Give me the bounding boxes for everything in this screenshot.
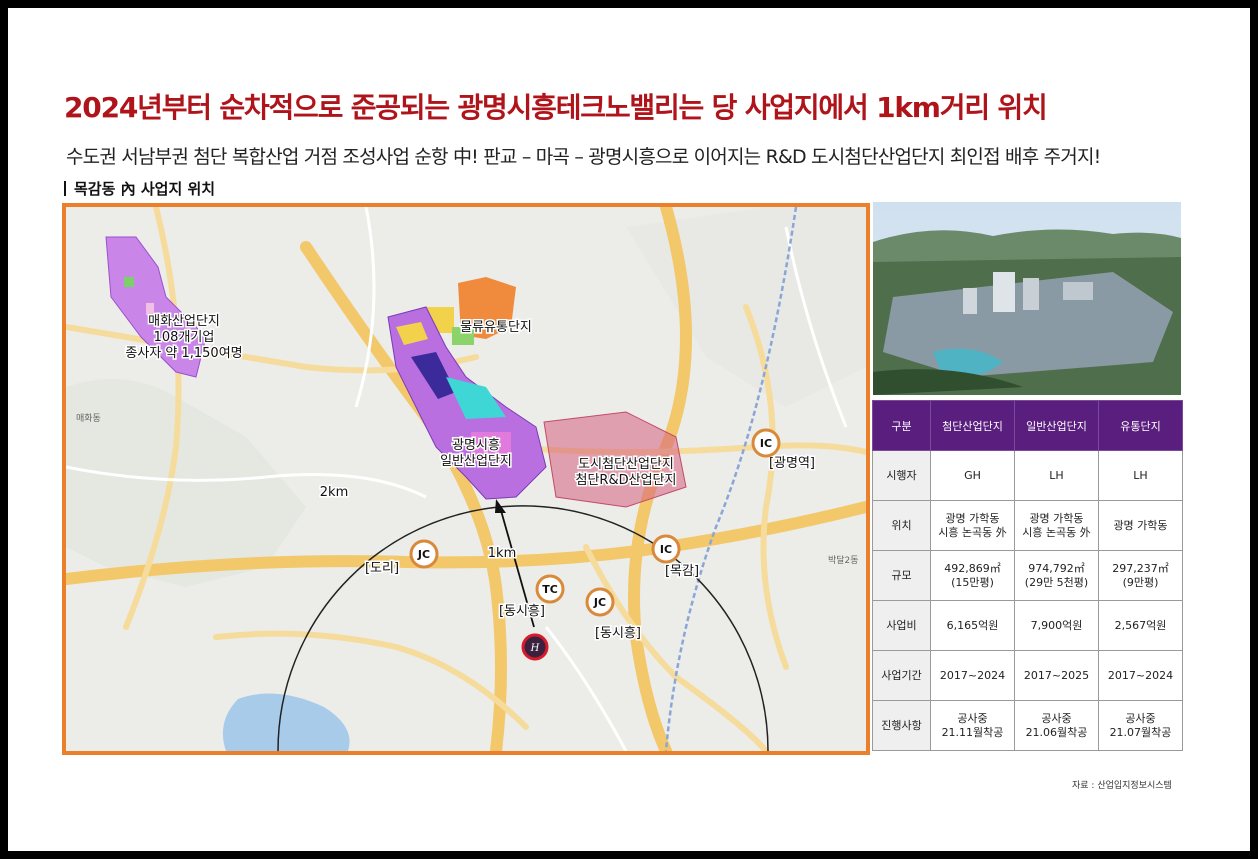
table-cell: 492,869㎡ (15만평)	[930, 550, 1015, 601]
marker-jc-dongsiheung: JC	[585, 587, 615, 617]
section-label-text: 목감동 內 사업지 위치	[74, 180, 216, 198]
table-header-cell: 첨단산업단지	[930, 400, 1015, 451]
table-cell: 974,792㎡ (29만 5천평)	[1014, 550, 1099, 601]
label-urban-2: 첨단R&D산업단지	[576, 473, 677, 488]
aerial-rendering	[873, 202, 1181, 395]
label-radius-2km: 2km	[320, 485, 348, 500]
photo-tower	[993, 272, 1015, 312]
table-cell: LH	[1098, 450, 1183, 501]
label-general-1: 광명시흥	[452, 438, 500, 453]
marker-tc-dongsiheung: TC	[535, 574, 565, 604]
table-header-cell: 구분	[872, 400, 931, 451]
table-row: 진행사항 공사중 21.11월착공 공사중 21.06월착공 공사중 21.07월착공	[872, 700, 1183, 751]
table-cell: 광명 가학동 시흥 논곡동 外	[1014, 500, 1099, 551]
table-body: 시행자 GH LH LH 위치 광명 가학동 시흥 논곡동 外 광명 가학동 시흥 논곡동 …	[872, 450, 1183, 751]
label-radius-1km: 1km	[488, 546, 516, 561]
table-row: 위치 광명 가학동 시흥 논곡동 外 광명 가학동 시흥 논곡동 外 광명 가학동	[872, 500, 1183, 551]
table-header-cell: 일반산업단지	[1014, 400, 1099, 451]
source-note: 자료 : 산업입지정보시스템	[1072, 781, 1172, 791]
table-cell: 2017~2024	[1098, 650, 1183, 701]
table-cell: GH	[930, 450, 1015, 501]
table-cell: 광명 가학동	[1098, 500, 1183, 551]
table-row-label: 진행사항	[872, 700, 931, 751]
site-marker: H	[521, 633, 549, 661]
label-maehwa-dong: 매화동	[76, 413, 101, 424]
table-cell: 광명 가학동 시흥 논곡동 外	[930, 500, 1015, 551]
section-label: 목감동 內 사업지 위치	[64, 178, 215, 199]
location-map: 매화산업단지 108개기업 종사자 약 1,150여명 물류유통단지 광명시흥 …	[62, 203, 870, 755]
table-cell: 공사중 21.06월착공	[1014, 700, 1099, 751]
table-header-cell: 유통단지	[1098, 400, 1183, 451]
headline: 2024년부터 순차적으로 준공되는 광명시흥테크노밸리는 당 사업지에서 1k…	[64, 91, 1048, 124]
subtitle: 수도권 서남부권 첨단 복합산업 거점 조성사업 순항 中! 판교 – 마곡 –…	[66, 146, 1101, 168]
table-cell: LH	[1014, 450, 1099, 501]
table-cell: 2017~2024	[930, 650, 1015, 701]
label-gwangmyeong-station: [광명역]	[769, 456, 815, 471]
table-row: 사업기간 2017~2024 2017~2025 2017~2024	[872, 650, 1183, 701]
table-cell: 6,165억원	[930, 600, 1015, 651]
marker-text: JC	[417, 548, 430, 561]
label-dongsiheung-tc: [동시흥]	[499, 604, 545, 619]
photo-tower	[1023, 278, 1039, 310]
label-mokgam: [목감]	[665, 564, 699, 579]
aerial-rendering-photo	[873, 202, 1181, 395]
project-info-table-wrap: 구분 첨단산업단지 일반산업단지 유통단지 시행자 GH LH LH 위치 광명 가학동 …	[872, 400, 1183, 751]
marker-text: IC	[660, 543, 672, 556]
label-logistics: 물류유통단지	[460, 320, 532, 335]
marker-text: JC	[593, 596, 606, 609]
table-row-label: 규모	[872, 550, 931, 601]
maehwa-zone-park	[124, 277, 134, 287]
section-bar	[64, 181, 66, 196]
label-general-2: 일반산업단지	[440, 454, 512, 469]
marker-jc-dori: JC	[409, 539, 439, 569]
table-cell: 2017~2025	[1014, 650, 1099, 701]
photo-building	[1063, 282, 1093, 300]
label-maehwa-1: 매화산업단지	[148, 314, 220, 329]
label-maehwa-2: 108개기업	[154, 330, 215, 345]
label-urban-1: 도시첨단산업단지	[578, 457, 674, 472]
marker-text: TC	[542, 583, 558, 596]
project-info-table: 구분 첨단산업단지 일반산업단지 유통단지 시행자 GH LH LH 위치 광명 가학동 …	[872, 400, 1183, 751]
table-cell: 공사중 21.07월착공	[1098, 700, 1183, 751]
marker-ic-gwangmyeong: IC	[751, 428, 781, 458]
label-bakdal: 박달2동	[828, 554, 859, 566]
table-row: 사업비 6,165억원 7,900억원 2,567억원	[872, 600, 1183, 651]
table-cell: 2,567억원	[1098, 600, 1183, 651]
table-row-label: 사업비	[872, 600, 931, 651]
table-row-label: 위치	[872, 500, 931, 551]
table-row: 시행자 GH LH LH	[872, 450, 1183, 501]
table-header-row: 구분 첨단산업단지 일반산업단지 유통단지	[872, 400, 1183, 451]
photo-tower	[963, 288, 977, 314]
label-dori: [도리]	[365, 561, 399, 576]
map-canvas: 매화산업단지 108개기업 종사자 약 1,150여명 물류유통단지 광명시흥 …	[66, 207, 866, 751]
label-dongsiheung-jc: [동시흥]	[595, 626, 641, 641]
marker-text: IC	[760, 437, 772, 450]
table-cell: 공사중 21.11월착공	[930, 700, 1015, 751]
label-maehwa-3: 종사자 약 1,150여명	[125, 346, 242, 361]
table-row-label: 시행자	[872, 450, 931, 501]
site-logo-icon: H	[530, 643, 540, 654]
table-row-label: 사업기간	[872, 650, 931, 701]
table-cell: 7,900억원	[1014, 600, 1099, 651]
table-row: 규모 492,869㎡ (15만평) 974,792㎡ (29만 5천평) 297,2…	[872, 550, 1183, 601]
table-cell: 297,237㎡ (9만평)	[1098, 550, 1183, 601]
marker-ic-mokgam: IC	[651, 534, 681, 564]
